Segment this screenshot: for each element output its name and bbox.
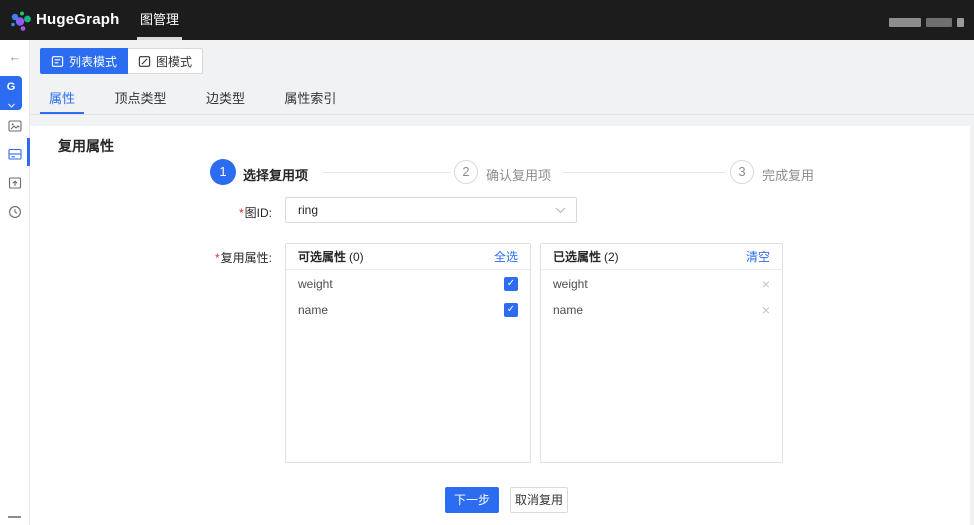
step-3-circle: 3 — [730, 160, 754, 184]
tab-property-indexes[interactable]: 属性索引 — [275, 85, 345, 114]
list-item: weight × — [541, 272, 782, 296]
image-icon — [7, 118, 23, 134]
select-all-link[interactable]: 全选 — [494, 248, 518, 265]
back-arrow-icon[interactable]: ← — [0, 48, 30, 66]
list-item: name ✓ — [286, 298, 530, 322]
clear-all-link[interactable]: 清空 — [746, 248, 770, 265]
next-step-button[interactable]: 下一步 — [445, 487, 499, 513]
checkbox-checked[interactable]: ✓ — [504, 277, 518, 291]
property-name: weight — [298, 277, 333, 291]
page-title: 复用属性 — [58, 136, 114, 156]
checkbox-checked[interactable]: ✓ — [504, 303, 518, 317]
user-info-redacted — [889, 18, 964, 27]
panel-count: (2) — [604, 250, 619, 264]
left-sidebar: ← G — [0, 40, 30, 525]
property-name: name — [553, 303, 583, 317]
tab-vertex-types[interactable]: 顶点类型 — [105, 85, 175, 114]
property-name: name — [298, 303, 328, 317]
remove-icon[interactable]: × — [762, 277, 770, 291]
reuse-properties-card: 复用属性 1 选择复用项 2 确认复用项 3 完成复用 *图ID: ring *… — [30, 126, 970, 525]
graph-selector[interactable]: G — [0, 76, 22, 110]
step-1-label: 选择复用项 — [243, 165, 308, 184]
step-2-circle: 2 — [454, 160, 478, 184]
top-navbar: HugeGraph 图管理 — [0, 0, 974, 40]
hugegraph-app: HugeGraph 图管理 ← G — [0, 0, 974, 525]
step-connector — [562, 172, 726, 173]
property-name: weight — [553, 277, 588, 291]
tab-properties[interactable]: 属性 — [40, 85, 84, 114]
sidebar-item-metadata[interactable] — [7, 146, 23, 162]
step-3-label: 完成复用 — [762, 165, 814, 184]
sidebar-active-indicator — [27, 138, 30, 166]
selected-properties-panel: 已选属性(2) 清空 weight × name × — [540, 243, 783, 463]
sidebar-item-tasks[interactable] — [7, 204, 23, 220]
remove-icon[interactable]: × — [762, 303, 770, 317]
required-asterisk: * — [239, 206, 244, 220]
main-area: 列表模式 图模式 属性 顶点类型 边类型 属性索引 复用属性 1 选择复用项 2 — [30, 40, 974, 525]
list-item: name × — [541, 298, 782, 322]
graph-mode-button[interactable]: 图模式 — [128, 48, 203, 74]
upload-icon — [7, 175, 23, 191]
graph-mode-label: 图模式 — [156, 53, 192, 70]
panel-title: 可选属性(0) — [298, 248, 364, 265]
panel-count: (0) — [349, 250, 364, 264]
panel-title: 已选属性(2) — [553, 248, 619, 265]
step-1-circle: 1 — [210, 159, 236, 185]
graph-id-label: *图ID: — [160, 204, 272, 221]
graph-badge: G — [0, 78, 22, 96]
step-2-label: 确认复用项 — [486, 165, 551, 184]
nav-graph-management[interactable]: 图管理 — [137, 0, 182, 40]
mode-switch: 列表模式 图模式 — [40, 48, 203, 74]
chevron-down-icon — [7, 103, 16, 109]
list-mode-button[interactable]: 列表模式 — [40, 48, 128, 74]
list-item: weight ✓ — [286, 272, 530, 296]
card-list-icon — [7, 146, 23, 162]
reuse-properties-label: *复用属性: — [160, 249, 272, 266]
brand-title: HugeGraph — [36, 0, 119, 40]
sidebar-item-import[interactable] — [7, 175, 23, 191]
required-asterisk: * — [215, 251, 220, 265]
cancel-reuse-button[interactable]: 取消复用 — [510, 487, 568, 513]
sidebar-collapse-handle[interactable] — [8, 516, 21, 518]
panel-header: 已选属性(2) 清空 — [541, 244, 782, 270]
graph-mode-icon — [138, 55, 151, 68]
list-mode-icon — [51, 55, 64, 68]
metadata-tabs: 属性 顶点类型 边类型 属性索引 — [30, 85, 974, 115]
graph-id-value: ring — [298, 198, 318, 222]
hugegraph-logo-icon — [8, 8, 34, 34]
sidebar-item-graph-view[interactable] — [7, 118, 23, 134]
clock-icon — [7, 204, 23, 220]
list-mode-label: 列表模式 — [69, 53, 117, 70]
graph-id-select[interactable]: ring — [285, 197, 577, 223]
chevron-down-icon — [555, 207, 566, 214]
step-connector — [322, 172, 450, 173]
tab-edge-types[interactable]: 边类型 — [197, 85, 254, 114]
panel-header: 可选属性(0) 全选 — [286, 244, 530, 270]
available-properties-panel: 可选属性(0) 全选 weight ✓ name ✓ — [285, 243, 531, 463]
